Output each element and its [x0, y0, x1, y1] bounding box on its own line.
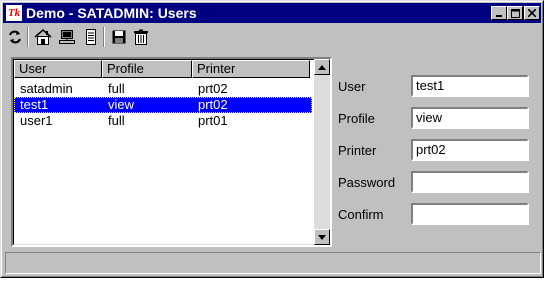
minimize-icon: [492, 7, 506, 19]
trash-icon: [134, 29, 148, 45]
home-icon: [34, 29, 52, 45]
toolbar-separator: [103, 27, 105, 47]
profile-label: Profile: [338, 111, 375, 126]
list-item-selected[interactable]: test1 view prt02: [14, 97, 312, 113]
confirm-label: Confirm: [338, 207, 384, 222]
cell-user: satadmin: [20, 81, 73, 96]
printer-field[interactable]: prt02: [411, 139, 529, 161]
toolbar-separator: [27, 27, 29, 47]
list-icon: [86, 29, 96, 45]
column-header-user[interactable]: User: [14, 60, 102, 78]
password-label: Password: [338, 175, 396, 190]
cell-printer: prt02: [198, 81, 228, 96]
app-window: Tk Demo - SATADMIN: Users User Profile P…: [0, 0, 544, 278]
window-title: Demo - SATADMIN: Users: [26, 5, 197, 21]
list-item[interactable]: satadmin full prt02: [14, 81, 312, 97]
computer-icon: [59, 30, 75, 44]
list-item[interactable]: user1 full prt01: [14, 113, 312, 129]
users-list[interactable]: User Profile Printer satadmin full prt02…: [11, 57, 332, 247]
cell-profile: full: [108, 81, 125, 96]
save-icon: [112, 30, 126, 44]
column-header-profile[interactable]: Profile: [102, 60, 192, 78]
home-button[interactable]: [33, 27, 53, 47]
profile-field[interactable]: view: [411, 107, 529, 129]
user-label: User: [338, 79, 366, 94]
close-icon: [525, 7, 539, 19]
refresh-button[interactable]: [5, 27, 25, 47]
cell-printer: prt01: [198, 113, 228, 128]
column-header-printer[interactable]: Printer: [192, 60, 310, 78]
computer-button[interactable]: [57, 27, 77, 47]
scroll-down-button[interactable]: [314, 229, 330, 245]
title-bar[interactable]: Tk Demo - SATADMIN: Users: [3, 3, 541, 23]
save-button[interactable]: [109, 27, 129, 47]
arrow-down-icon: [318, 234, 326, 240]
cell-user: test1: [20, 97, 49, 112]
cell-user: user1: [20, 113, 53, 128]
user-field[interactable]: test1: [411, 75, 529, 97]
arrow-up-icon: [318, 64, 326, 70]
scroll-up-button[interactable]: [314, 59, 330, 75]
list-rows: satadmin full prt02 test1 view prt02 use…: [14, 81, 312, 129]
delete-button[interactable]: [131, 27, 151, 47]
minimize-button[interactable]: [491, 6, 507, 20]
close-button[interactable]: [524, 6, 540, 20]
maximize-button[interactable]: [507, 6, 523, 20]
password-field[interactable]: [411, 171, 529, 193]
tk-app-icon: Tk: [6, 5, 22, 21]
cell-profile: full: [108, 113, 125, 128]
refresh-icon: [9, 30, 21, 44]
toolbar: [3, 25, 541, 49]
cell-printer: prt02: [198, 97, 228, 112]
status-bar: [5, 252, 541, 274]
list-header: User Profile Printer: [14, 60, 310, 78]
vertical-scrollbar[interactable]: [314, 59, 330, 245]
printer-label: Printer: [338, 143, 377, 158]
list-button[interactable]: [81, 27, 101, 47]
maximize-icon: [508, 7, 522, 19]
cell-profile: view: [108, 97, 135, 112]
confirm-field[interactable]: [411, 203, 529, 225]
